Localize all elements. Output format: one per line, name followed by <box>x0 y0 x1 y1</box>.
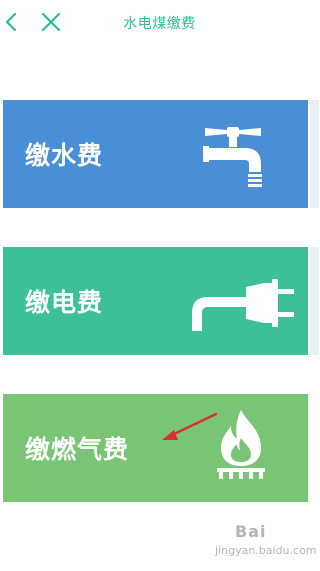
pay-water-label: 缴水费 <box>25 141 104 170</box>
water-faucet-icon <box>203 127 262 187</box>
gas-flame-icon <box>217 410 265 479</box>
pay-electricity-card[interactable]: 缴电费 <box>3 247 308 355</box>
pay-electricity-label: 缴电费 <box>25 288 104 317</box>
watermark-brand: Bai <box>235 522 267 541</box>
pay-gas-label: 缴燃气费 <box>25 435 130 464</box>
power-plug-icon <box>192 279 294 331</box>
page-title: 水电煤缴费 <box>123 16 196 32</box>
watermark: Bai jingyan.baidu.com <box>205 520 317 566</box>
header: 水电煤缴费 <box>0 0 319 46</box>
pay-water-card[interactable]: 缴水费 <box>3 100 308 208</box>
scroll-edge <box>310 100 319 355</box>
pay-gas-card[interactable]: 缴燃气费 <box>3 394 308 502</box>
watermark-url: jingyan.baidu.com <box>215 544 317 557</box>
